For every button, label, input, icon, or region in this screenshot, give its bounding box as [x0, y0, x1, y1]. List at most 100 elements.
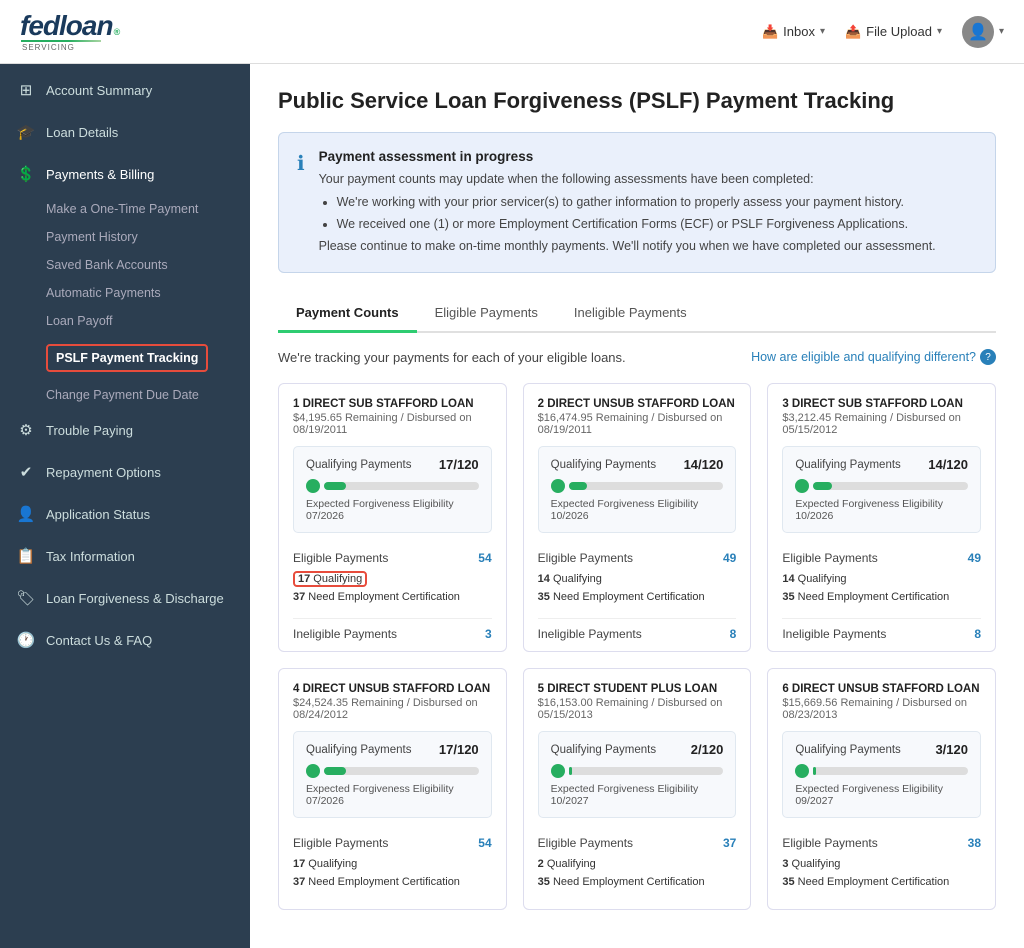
banner-footer: Please continue to make on-time monthly …	[319, 239, 936, 253]
qualifying-count: 14/120	[684, 457, 724, 472]
tab-eligible-payments[interactable]: Eligible Payments	[417, 295, 556, 333]
info-icon: ℹ	[297, 151, 305, 256]
eligible-count[interactable]: 37	[723, 836, 736, 850]
eligible-section: Eligible Payments 49 14 Qualifying 35 Ne…	[538, 543, 737, 614]
eligible-section: Eligible Payments 49 14 Qualifying 35 Ne…	[782, 543, 981, 614]
loan-title: 6 DIRECT UNSUB STAFFORD LOAN	[782, 683, 981, 695]
loan-sub: $24,524.35 Remaining / Disbursed on 08/2…	[293, 697, 492, 721]
user-menu-button[interactable]: 👤 ▾	[962, 16, 1004, 48]
eligible-section: Eligible Payments 38 3 Qualifying 35 Nee…	[782, 828, 981, 899]
eligible-label: Eligible Payments	[538, 551, 633, 565]
inbox-label: Inbox	[783, 24, 815, 39]
progress-circle	[551, 764, 565, 778]
file-upload-chevron-icon: ▾	[937, 26, 942, 37]
qualifying-box: Qualifying Payments 17/120 Expected Forg…	[293, 446, 492, 533]
eligible-label: Eligible Payments	[782, 836, 877, 850]
document-icon: 📋	[16, 547, 36, 565]
sidebar-item-pslf-tracking[interactable]: PSLF Payment Tracking	[46, 335, 250, 381]
check-circle-icon: ✔	[16, 463, 36, 481]
logo: fed loan ® SERVICING	[20, 12, 120, 52]
eligible-detail: 17 Qualifying 37 Need Employment Certifi…	[293, 856, 492, 891]
eligible-count[interactable]: 49	[723, 551, 736, 565]
loan-title: 1 DIRECT SUB STAFFORD LOAN	[293, 398, 492, 410]
file-upload-label: File Upload	[866, 24, 932, 39]
banner-title: Payment assessment in progress	[319, 149, 936, 164]
logo-fed: fed	[20, 12, 59, 40]
main-content: Public Service Loan Forgiveness (PSLF) P…	[250, 64, 1024, 948]
qualifying-count: 17/120	[439, 457, 479, 472]
tracking-link-text: How are eligible and qualifying differen…	[751, 350, 976, 364]
eligible-count[interactable]: 49	[968, 551, 981, 565]
eligible-label: Eligible Payments	[293, 551, 388, 565]
progress-bar-fill	[813, 767, 816, 775]
sidebar-item-account-summary[interactable]: ⊞ Account Summary	[0, 69, 250, 111]
info-banner: ℹ Payment assessment in progress Your pa…	[278, 132, 996, 273]
sidebar-item-one-time-payment[interactable]: Make a One-Time Payment	[46, 195, 250, 223]
sidebar-label-loan-forgiveness: Loan Forgiveness & Discharge	[46, 591, 224, 606]
banner-body: Payment assessment in progress Your paym…	[319, 149, 936, 256]
sidebar-item-loan-details[interactable]: 🎓 Loan Details	[0, 111, 250, 153]
forgiveness-text: Expected Forgiveness Eligibility 07/2026	[306, 783, 479, 807]
eligible-label: Eligible Payments	[782, 551, 877, 565]
qualifying-label: Qualifying Payments	[551, 459, 656, 471]
loan-sub: $4,195.65 Remaining / Disbursed on 08/19…	[293, 412, 492, 436]
inbox-icon: 📥	[762, 24, 778, 40]
dollar-icon: 💲	[16, 165, 36, 183]
graduation-icon: 🎓	[16, 123, 36, 141]
eligible-count[interactable]: 54	[478, 551, 491, 565]
qualifying-label: Qualifying Payments	[551, 744, 656, 756]
banner-text: Your payment counts may update when the …	[319, 170, 936, 256]
qualifying-label: Qualifying Payments	[795, 744, 900, 756]
loan-card-2: 2 DIRECT UNSUB STAFFORD LOAN $16,474.95 …	[523, 383, 752, 652]
need-cert-num: 37	[293, 591, 305, 603]
eligible-count[interactable]: 54	[478, 836, 491, 850]
inbox-button[interactable]: 📥 Inbox ▾	[762, 24, 825, 40]
sidebar-item-payment-history[interactable]: Payment History	[46, 223, 250, 251]
sidebar-item-application-status[interactable]: 👤 Application Status	[0, 493, 250, 535]
progress-bar	[569, 482, 724, 490]
ineligible-section: Ineligible Payments 3	[293, 618, 492, 641]
eligible-count[interactable]: 38	[968, 836, 981, 850]
progress-circle	[795, 479, 809, 493]
tracking-intro-text: We're tracking your payments for each of…	[278, 350, 626, 365]
sidebar-item-loan-payoff[interactable]: Loan Payoff	[46, 307, 250, 335]
loan-sub: $16,153.00 Remaining / Disbursed on 05/1…	[538, 697, 737, 721]
eligible-section: Eligible Payments 54 17 Qualifying 37 Ne…	[293, 543, 492, 614]
sidebar-item-loan-forgiveness[interactable]: 🏷 Loan Forgiveness & Discharge	[0, 577, 250, 619]
sidebar-item-repayment-options[interactable]: ✔ Repayment Options	[0, 451, 250, 493]
header: fed loan ® SERVICING 📥 Inbox ▾ 📤 File Up…	[0, 0, 1024, 64]
logo-servicing-text: SERVICING	[22, 43, 120, 52]
ineligible-label: Ineligible Payments	[293, 627, 397, 641]
sidebar-label-contact-faq: Contact Us & FAQ	[46, 633, 152, 648]
sidebar-item-saved-bank[interactable]: Saved Bank Accounts	[46, 251, 250, 279]
qualifying-count: 14/120	[928, 457, 968, 472]
sidebar-item-auto-payments[interactable]: Automatic Payments	[46, 279, 250, 307]
loan-title: 5 DIRECT STUDENT PLUS LOAN	[538, 683, 737, 695]
tag-icon: 🏷	[16, 589, 36, 607]
ineligible-count[interactable]: 8	[730, 627, 737, 641]
forgiveness-text: Expected Forgiveness Eligibility 09/2027	[795, 783, 968, 807]
banner-bullet-2: We received one (1) or more Employment C…	[337, 215, 936, 234]
progress-bar	[324, 482, 479, 490]
sidebar-item-trouble-paying[interactable]: ⚙ Trouble Paying	[0, 409, 250, 451]
sidebar: ⊞ Account Summary 🎓 Loan Details 💲 Payme…	[0, 64, 250, 948]
progress-bar	[813, 482, 968, 490]
progress-bar-fill	[569, 767, 572, 775]
eligible-detail: 14 Qualifying 35 Need Employment Certifi…	[538, 571, 737, 606]
clock-icon: 🕐	[16, 631, 36, 649]
loan-card-1: 1 DIRECT SUB STAFFORD LOAN $4,195.65 Rem…	[278, 383, 507, 652]
sidebar-item-tax-info[interactable]: 📋 Tax Information	[0, 535, 250, 577]
ineligible-count[interactable]: 3	[485, 627, 492, 641]
tab-payment-counts[interactable]: Payment Counts	[278, 295, 417, 333]
tab-ineligible-payments[interactable]: Ineligible Payments	[556, 295, 705, 333]
ineligible-count[interactable]: 8	[974, 627, 981, 641]
sidebar-item-change-due-date[interactable]: Change Payment Due Date	[46, 381, 250, 409]
sidebar-item-payments-billing[interactable]: 💲 Payments & Billing	[0, 153, 250, 195]
progress-circle	[551, 479, 565, 493]
qualifying-box: Qualifying Payments 17/120 Expected Forg…	[293, 731, 492, 818]
tracking-link[interactable]: How are eligible and qualifying differen…	[751, 349, 996, 365]
sidebar-item-contact-faq[interactable]: 🕐 Contact Us & FAQ	[0, 619, 250, 661]
file-upload-button[interactable]: 📤 File Upload ▾	[845, 24, 942, 40]
progress-bar-fill	[813, 482, 832, 490]
eligible-label: Eligible Payments	[538, 836, 633, 850]
